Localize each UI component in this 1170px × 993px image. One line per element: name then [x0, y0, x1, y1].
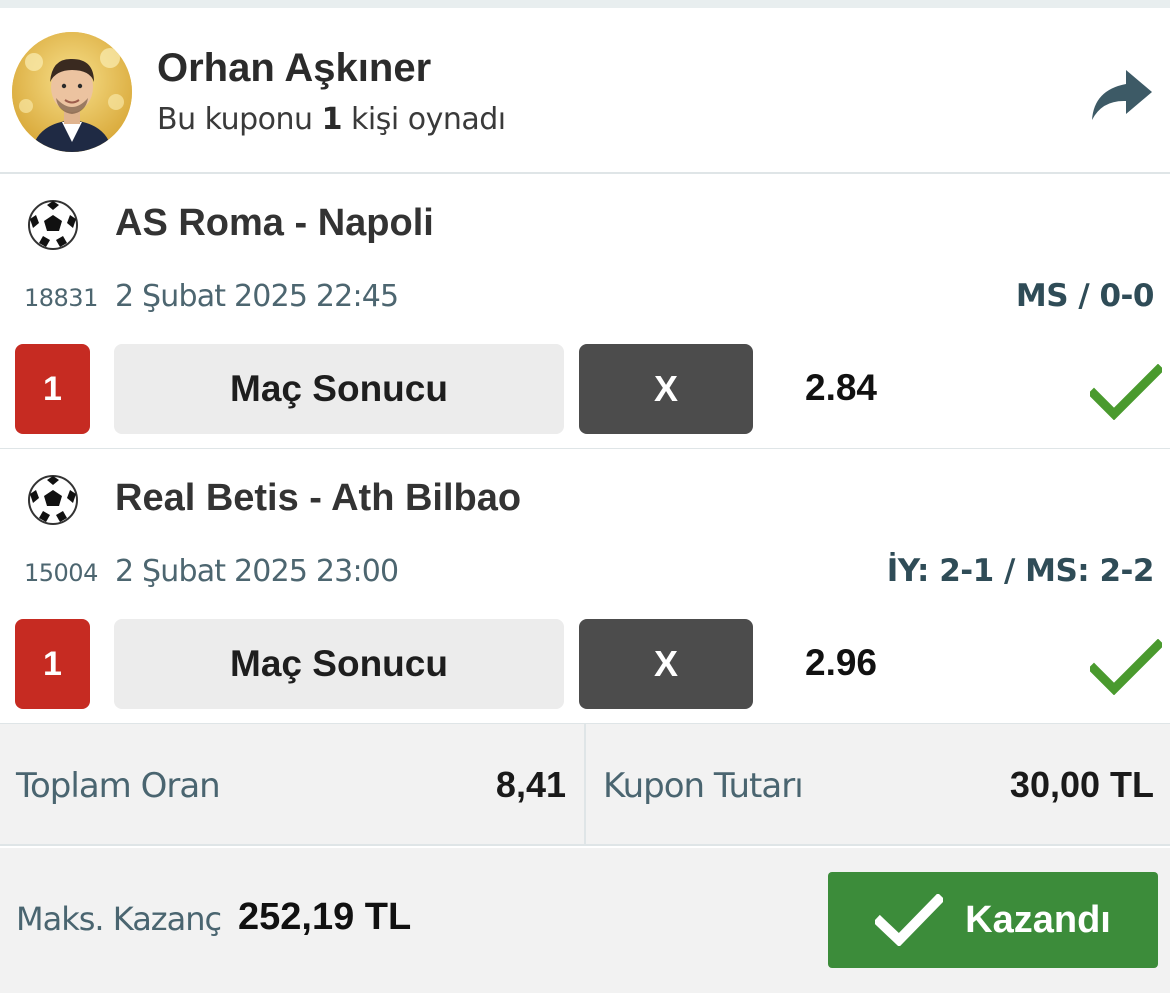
played-prefix: Bu kuponu: [157, 102, 313, 137]
stake-value: 30,00 TL: [1009, 764, 1154, 805]
played-suffix: kişi oynadı: [351, 102, 506, 137]
avatar[interactable]: [12, 32, 132, 152]
total-odds-label: Toplam Oran: [16, 766, 221, 806]
pick-odd: 2.96: [805, 642, 878, 683]
max-win-value: 252,19 TL: [238, 896, 412, 938]
selected-pick: X: [579, 619, 753, 709]
check-icon: [1090, 639, 1162, 695]
totals-divider: [584, 724, 586, 846]
football-icon: [28, 475, 78, 525]
bet-number-badge: 1: [15, 619, 90, 709]
match-row: AS Roma - Napoli 18831 2 Şubat 2025 22:4…: [0, 174, 1170, 450]
match-teams[interactable]: AS Roma - Napoli: [115, 202, 434, 245]
match-result: MS / 0-0: [1015, 278, 1155, 314]
played-count-text: Bu kuponu 1 kişi oynadı: [157, 102, 506, 137]
check-icon: [1090, 364, 1162, 420]
match-code: 15004: [24, 559, 98, 587]
match-datetime: 2 Şubat 2025 22:45: [115, 279, 399, 314]
stake-label: Kupon Tutarı: [603, 766, 804, 806]
selected-pick: X: [579, 344, 753, 434]
match-code: 18831: [24, 284, 98, 312]
match-result: İY: 2-1 / MS: 2-2: [886, 553, 1155, 589]
check-icon: [875, 894, 944, 946]
match-datetime: 2 Şubat 2025 23:00: [115, 554, 399, 589]
user-name[interactable]: Orhan Aşkıner: [157, 46, 431, 91]
market-name: Maç Sonucu: [114, 344, 564, 434]
coupon-footer: Maks. Kazanç 252,19 TL Kazandı: [0, 848, 1170, 993]
bet-number-badge: 1: [15, 344, 90, 434]
won-status-button[interactable]: Kazandı: [828, 872, 1158, 968]
top-strip: [0, 0, 1170, 8]
match-row: Real Betis - Ath Bilbao 15004 2 Şubat 20…: [0, 449, 1170, 725]
total-odds-value: 8,41: [495, 764, 566, 805]
share-button[interactable]: [1088, 68, 1154, 128]
match-teams[interactable]: Real Betis - Ath Bilbao: [115, 477, 521, 520]
pick-odd: 2.84: [805, 367, 878, 408]
won-status-label: Kazandı: [965, 898, 1111, 941]
max-win-label: Maks. Kazanç: [16, 900, 222, 938]
football-icon: [28, 200, 78, 250]
market-name: Maç Sonucu: [114, 619, 564, 709]
coupon-totals: Toplam Oran 8,41 Kupon Tutarı 30,00 TL: [0, 724, 1170, 846]
share-arrow-icon: [1092, 70, 1152, 120]
coupon-header: Orhan Aşkıner Bu kuponu 1 kişi oynadı: [0, 8, 1170, 174]
played-count: 1: [321, 102, 343, 137]
